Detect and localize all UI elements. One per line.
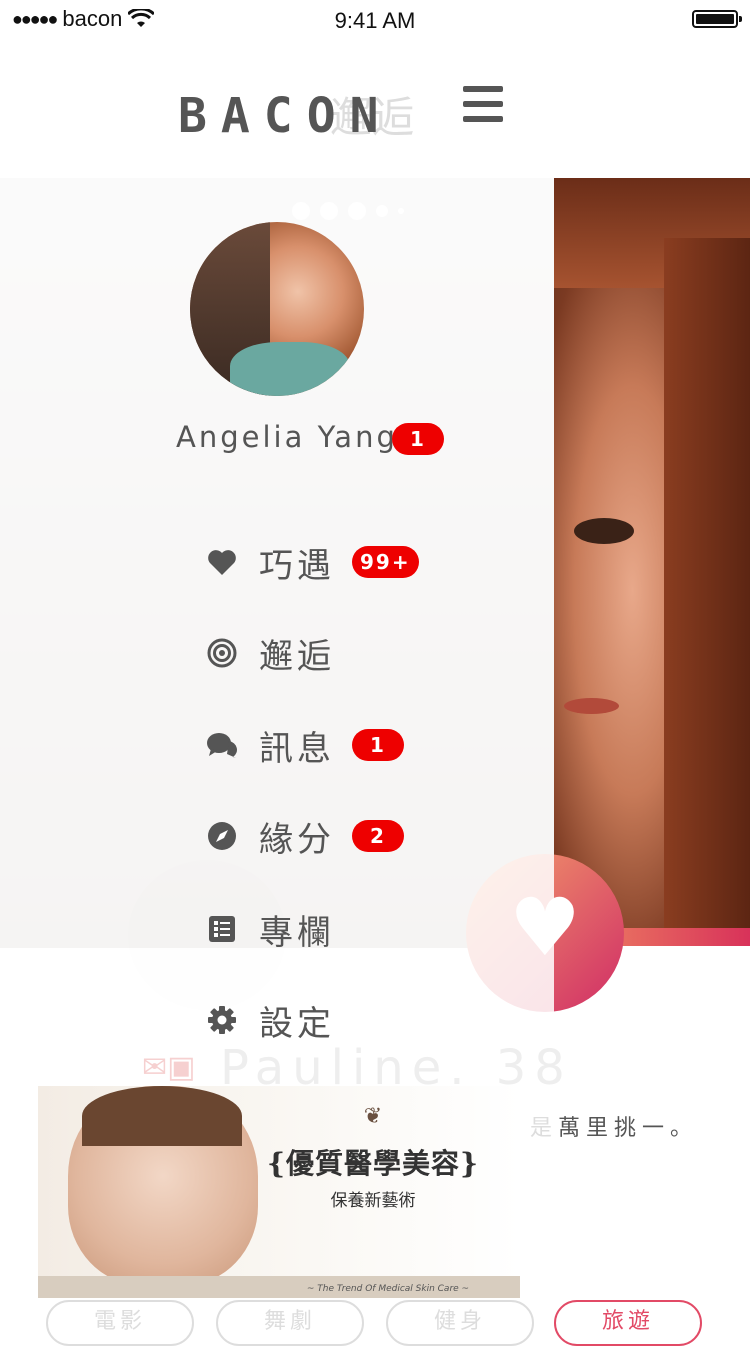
article-list-icon <box>205 912 239 946</box>
encounter-badge: 99+ <box>352 546 419 578</box>
ad-banner[interactable]: ❦ {優質醫學美容} 保養新藝術 ~ The Trend Of Medical … <box>38 1086 520 1298</box>
hamburger-menu-icon[interactable] <box>463 86 503 122</box>
ad-subtitle: 保養新藝術 <box>330 1191 416 1211</box>
ad-title: {優質醫學美容} <box>266 1147 479 1180</box>
carousel-dot <box>398 208 404 214</box>
tag-travel[interactable]: 旅遊 <box>554 1300 702 1346</box>
messages-badge: 1 <box>352 729 404 761</box>
profile-photo-background <box>554 178 750 928</box>
app-logo: BACON <box>178 88 393 144</box>
menu-item-label: 訊息 <box>259 728 335 769</box>
menu-item-label: 專欄 <box>259 912 335 953</box>
mail-photo-icon: ✉▣ <box>142 1050 196 1085</box>
chat-bubbles-icon <box>205 728 239 762</box>
background-card-quote: 是萬里挑一。 <box>530 1110 698 1142</box>
fate-badge: 2 <box>352 820 404 852</box>
menu-item-label: 設定 <box>259 1003 335 1044</box>
carousel-dot <box>376 205 388 217</box>
gear-icon <box>205 1003 239 1037</box>
quote-prefix: 是 <box>530 1116 559 1141</box>
status-time: 9:41 AM <box>334 8 416 33</box>
app-header: 邂逅 BACON <box>0 40 750 178</box>
menu-item-label: 邂逅 <box>259 636 335 677</box>
tag-movies[interactable]: 電影 <box>46 1300 194 1346</box>
status-bar: ●●●●● bacon 9:41 AM <box>0 0 750 40</box>
carousel-dot <box>292 202 310 220</box>
avatar[interactable] <box>190 222 364 396</box>
battery-icon <box>692 10 742 28</box>
menu-item-columns[interactable]: 專欄 <box>205 899 535 959</box>
tag-fitness[interactable]: 健身 <box>386 1300 534 1346</box>
carousel-dot <box>348 202 366 220</box>
profile-name: Angelia Yang <box>176 420 398 454</box>
target-icon <box>205 636 239 670</box>
menu-item-label: 巧遇 <box>259 545 335 586</box>
heart-icon <box>205 545 239 579</box>
carousel-dots <box>292 202 404 220</box>
quote-text: 萬里挑一。 <box>558 1116 699 1141</box>
ornament-icon: ❦ <box>363 1104 383 1129</box>
ad-tagline: ~ The Trend Of Medical Skin Care ~ <box>306 1284 470 1294</box>
menu-item-label: 緣分 <box>259 819 335 860</box>
tag-drama[interactable]: 舞劇 <box>216 1300 364 1346</box>
menu-item-meet[interactable]: 邂逅 <box>205 623 535 683</box>
compass-icon <box>205 819 239 853</box>
profile-badge: 1 <box>392 423 444 455</box>
carousel-dot <box>320 202 338 220</box>
